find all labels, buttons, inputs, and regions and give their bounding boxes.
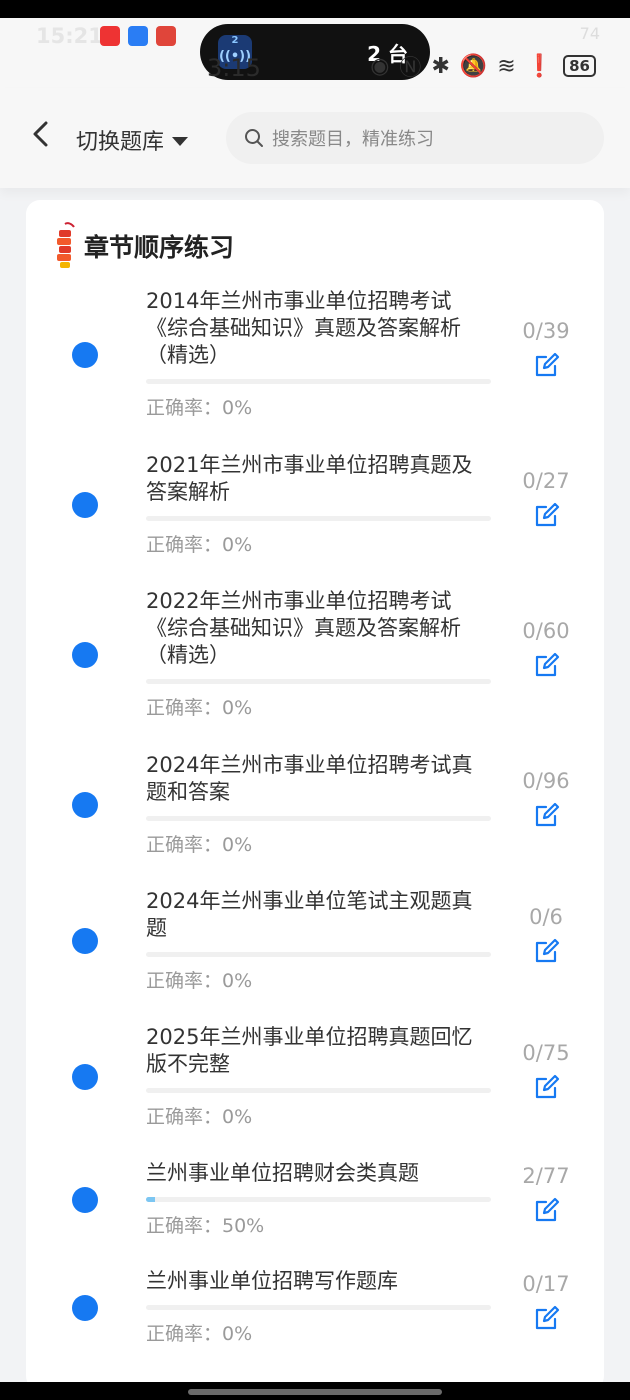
chapter-title: 2014年兰州市事业单位招聘考试《综合基础知识》真题及答案解析（精选） (146, 289, 461, 367)
section-title: 章节顺序练习 (84, 233, 235, 262)
notification-icons (100, 26, 176, 46)
chapter-progress-bar (146, 1088, 491, 1093)
chapter-practice-card: 章节顺序练习 2014年兰州市事业单位招聘考试《综合基础知识》真题及答案解析（精… (26, 200, 604, 1390)
status-time-ghost: 15:21 (36, 24, 103, 48)
chapter-accuracy: 正确率：0% (146, 1323, 253, 1345)
chapter-progress-bar (146, 1305, 491, 1310)
alert-icon: ❗ (525, 53, 554, 79)
nav-bar: 切换题库 搜索题目，精准练习 (0, 88, 630, 188)
chapter-accuracy: 正确率：0% (146, 697, 253, 719)
chapter-progress-bar (146, 816, 491, 821)
app-notification-icon (100, 26, 120, 46)
battery-icon: 86 (563, 55, 596, 77)
edit-practice-icon[interactable] (533, 501, 561, 529)
island-badge: 2 (231, 35, 239, 46)
chapter-item[interactable]: 2022年兰州市事业单位招聘考试《综合基础知识》真题及答案解析（精选） 正确率：0… (26, 588, 604, 721)
chapter-title: 兰州事业单位招聘写作题库 (146, 1269, 398, 1293)
chapter-item[interactable]: 2021年兰州市事业单位招聘真题及答案解析正确率：0% 0/27 (26, 452, 604, 558)
chapter-progress-bar (146, 1197, 491, 1202)
switch-question-bank-button[interactable]: 切换题库 (76, 124, 189, 156)
eye-comfort-icon: ◉ (370, 53, 390, 79)
edit-practice-icon[interactable] (533, 1073, 561, 1101)
chapter-accuracy: 正确率：0% (146, 1106, 253, 1128)
search-icon (245, 129, 263, 147)
chapter-progress-fill (146, 1197, 155, 1202)
chapter-title: 兰州事业单位招聘财会类真题 (146, 1161, 419, 1185)
edit-practice-icon[interactable] (533, 1304, 561, 1332)
battery-ghost: 74 (579, 24, 600, 43)
firecracker-icon (57, 222, 75, 268)
chapter-count: 2/77 (522, 1164, 570, 1188)
chapter-accuracy: 正确率：0% (146, 970, 253, 992)
chapter-title: 2024年兰州事业单位笔试主观题真题 (146, 889, 473, 940)
chevron-left-icon[interactable] (22, 116, 58, 152)
chapter-accuracy: 正确率：0% (146, 397, 253, 419)
top-black-strip (0, 0, 630, 18)
chapter-bullet-dot (72, 1064, 98, 1090)
edit-practice-icon[interactable] (533, 651, 561, 679)
section-header: 章节顺序练习 (54, 222, 234, 270)
chapter-accuracy: 正确率：50% (146, 1215, 265, 1237)
chapter-item[interactable]: 2024年兰州市事业单位招聘考试真题和答案正确率：0% 0/96 (26, 752, 604, 858)
system-icons: ◉ Ⓝ ✱ 🔕 ≋ ❗ 86 (370, 50, 596, 82)
chapter-progress-bar (146, 516, 491, 521)
chapter-title: 2025年兰州事业单位招聘真题回忆版不完整 (146, 1025, 473, 1076)
chapter-count: 0/39 (522, 319, 570, 343)
chapter-item[interactable]: 2025年兰州事业单位招聘真题回忆版不完整正确率：0% 0/75 (26, 1024, 604, 1130)
wifi-icon: ≋ (497, 53, 516, 79)
chapter-accuracy: 正确率：0% (146, 834, 253, 856)
chapter-item[interactable]: 2014年兰州市事业单位招聘考试《综合基础知识》真题及答案解析（精选） 正确率：0… (26, 288, 604, 421)
chapter-count: 0/6 (529, 905, 563, 929)
chapter-bullet-dot (72, 1187, 98, 1213)
chapter-title: 2022年兰州市事业单位招聘考试《综合基础知识》真题及答案解析（精选） (146, 589, 461, 667)
chapter-count: 0/60 (522, 619, 570, 643)
mute-icon: 🔕 (459, 53, 488, 79)
chapter-accuracy: 正确率：0% (146, 534, 253, 556)
chapter-bullet-dot (72, 342, 98, 368)
edit-practice-icon[interactable] (533, 351, 561, 379)
search-placeholder: 搜索题目，精准练习 (272, 129, 434, 150)
chapter-title: 2024年兰州市事业单位招聘考试真题和答案 (146, 753, 473, 804)
home-pill[interactable] (188, 1389, 442, 1395)
nfc-icon: Ⓝ (399, 56, 422, 81)
chapter-title: 2021年兰州市事业单位招聘真题及答案解析 (146, 453, 473, 504)
chapter-bullet-dot (72, 642, 98, 668)
chapter-progress-bar (146, 679, 491, 684)
chapter-bullet-dot (72, 492, 98, 518)
app-notification-icon (128, 26, 148, 46)
edit-practice-icon[interactable] (533, 937, 561, 965)
chapter-item[interactable]: 2024年兰州事业单位笔试主观题真题正确率：0% 0/6 (26, 888, 604, 994)
chapter-count: 0/96 (522, 769, 570, 793)
status-clock: 3:15 (207, 54, 261, 82)
bluetooth-icon: ✱ (431, 53, 450, 79)
edit-practice-icon[interactable] (533, 801, 561, 829)
chapter-bullet-dot (72, 928, 98, 954)
chapter-item[interactable]: 兰州事业单位招聘写作题库 正确率：0% 0/17 (26, 1268, 604, 1347)
chapter-count: 0/27 (522, 469, 570, 493)
chapter-count: 0/17 (522, 1272, 570, 1296)
app-notification-icon (156, 26, 176, 46)
chapter-bullet-dot (72, 792, 98, 818)
home-indicator (0, 1382, 630, 1400)
switch-label: 切换题库 (76, 130, 165, 155)
chapter-progress-bar (146, 379, 491, 384)
chapter-count: 0/75 (522, 1041, 570, 1065)
chapter-progress-bar (146, 952, 491, 957)
search-input[interactable]: 搜索题目，精准练习 (226, 112, 604, 164)
status-bar: 15:21 2 ((•)) 2 台 74 3:15 ◉ Ⓝ ✱ 🔕 ≋ ❗ 86 (0, 18, 630, 88)
edit-practice-icon[interactable] (533, 1196, 561, 1224)
caret-down-icon (172, 136, 189, 146)
chapter-bullet-dot (72, 1295, 98, 1321)
chapter-item[interactable]: 兰州事业单位招聘财会类真题 正确率：50% 2/77 (26, 1160, 604, 1239)
